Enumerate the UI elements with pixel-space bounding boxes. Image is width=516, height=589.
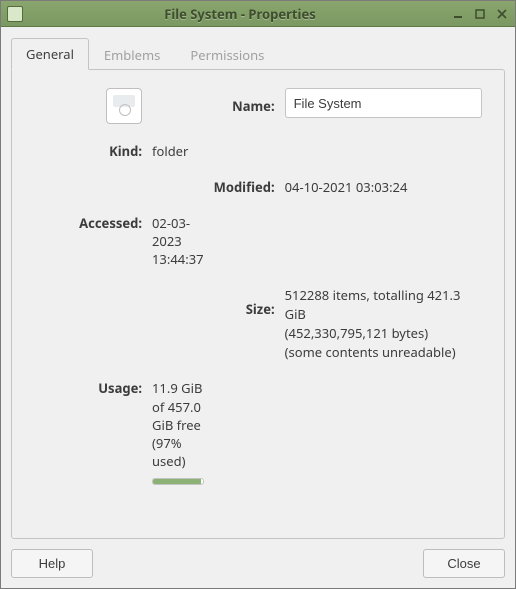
label-name: Name: [214, 97, 275, 115]
spacer [34, 174, 204, 180]
label-size: Size: [214, 282, 275, 318]
value-size: 512288 items, totalling 421.3 GiB (452,3… [285, 282, 482, 361]
close-button[interactable]: Close [423, 549, 505, 578]
usage-text: 11.9 GiB of 457.0 GiB free (97% used) [152, 379, 204, 470]
titlebar[interactable]: File System - Properties [1, 1, 515, 27]
size-summary: 512288 items, totalling 421.3 GiB [285, 286, 482, 324]
app-folder-icon [7, 6, 23, 22]
window-controls [451, 7, 509, 21]
value-accessed: 02-03-2023 13:44:37 [152, 210, 204, 268]
label-kind: Kind: [34, 138, 142, 160]
client-area: General Emblems Permissions Name: Kind: … [1, 27, 515, 588]
tab-permissions[interactable]: Permissions [175, 39, 279, 70]
size-note: (some contents unreadable) [285, 343, 482, 362]
label-usage: Usage: [34, 375, 142, 397]
minimize-button[interactable] [451, 7, 465, 21]
size-bytes: (452,330,795,121 bytes) [285, 324, 482, 343]
properties-window: File System - Properties General Emblems… [0, 0, 516, 589]
tab-general[interactable]: General [11, 38, 89, 70]
dialog-button-row: Help Close [11, 539, 505, 578]
name-input[interactable] [285, 88, 482, 118]
label-accessed: Accessed: [34, 210, 142, 232]
help-button[interactable]: Help [11, 549, 93, 578]
item-icon-cell [34, 88, 142, 124]
value-usage: 11.9 GiB of 457.0 GiB free (97% used) [152, 375, 204, 485]
tab-emblems[interactable]: Emblems [89, 39, 175, 70]
value-modified: 04-10-2021 03:03:24 [285, 174, 482, 196]
usage-progress [152, 478, 204, 485]
tab-strip: General Emblems Permissions [11, 37, 505, 69]
label-modified: Modified: [214, 174, 275, 196]
value-kind: folder [152, 138, 204, 160]
window-title: File System - Properties [29, 5, 451, 23]
properties-grid: Name: Kind: folder Modified: 04-10-2021 … [34, 88, 482, 485]
usage-progress-fill [153, 479, 201, 484]
drive-icon [106, 88, 142, 124]
maximize-button[interactable] [473, 7, 487, 21]
close-window-button[interactable] [495, 7, 509, 21]
spacer [34, 282, 204, 288]
tab-panel-general: Name: Kind: folder Modified: 04-10-2021 … [11, 69, 505, 539]
